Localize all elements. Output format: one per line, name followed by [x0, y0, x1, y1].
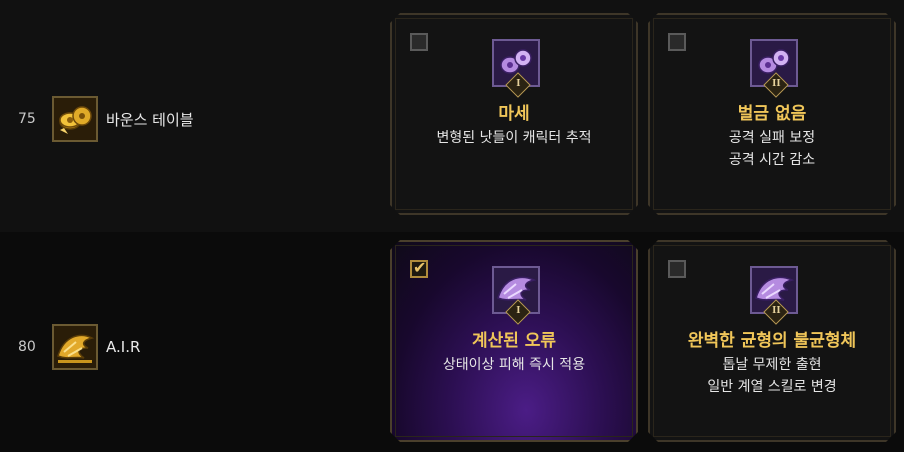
checkmark-icon: ✔: [413, 258, 427, 277]
option-checkbox[interactable]: [410, 33, 428, 51]
option-desc-line: 톱날 무제한 출현: [722, 357, 822, 373]
option-description: 변형된 낫들이 캐릭터 추적: [392, 127, 636, 149]
option-desc-line: 상태이상 피해 즉시 적용: [442, 357, 586, 373]
option-desc-line: 일반 계열 스킬로 변경: [707, 379, 837, 395]
rune-option-card-80-2[interactable]: II 완벽한 균형의 불균형체 톱날 무제한 출현 일반 계열 스킬로 변경: [648, 240, 896, 442]
skill-rune-panel: 75 바운스 테이블 80 A.I.R I 마세 변형된 낫들이 캐릭터 추적 …: [0, 0, 904, 452]
beast-claw-icon: [52, 324, 98, 370]
skill-name: 바운스 테이블: [106, 110, 194, 129]
option-title: 완벽한 균형의 불균형체: [687, 331, 857, 351]
skill-entry-bounce-table: 75 바운스 테이블: [18, 96, 194, 142]
claw-rune-icon: I: [492, 266, 540, 314]
option-title: 벌금 없음: [737, 104, 807, 124]
coin-stack-icon: [52, 96, 98, 142]
option-checkbox[interactable]: ✔: [410, 260, 428, 278]
option-desc-line: 공격 실패 보정: [728, 130, 816, 146]
option-checkbox[interactable]: [668, 33, 686, 51]
option-description: 톱날 무제한 출현 일반 계열 스킬로 변경: [650, 354, 894, 398]
rune-option-card-75-2[interactable]: II 벌금 없음 공격 실패 보정 공격 시간 감소: [648, 13, 896, 215]
option-title: 계산된 오류: [471, 331, 557, 351]
coin-rune-icon: I: [492, 39, 540, 87]
coin-rune-icon: II: [750, 39, 798, 87]
rune-option-card-80-1[interactable]: ✔ I 계산된 오류 상태이상 피해 즉시 적용: [390, 240, 638, 442]
skill-level: 75: [18, 111, 36, 127]
rune-option-card-75-1[interactable]: I 마세 변형된 낫들이 캐릭터 추적: [390, 13, 638, 215]
option-desc-line: 변형된 낫들이 캐릭터 추적: [436, 130, 592, 146]
claw-rune-icon: II: [750, 266, 798, 314]
option-description: 공격 실패 보정 공격 시간 감소: [650, 127, 894, 171]
option-description: 상태이상 피해 즉시 적용: [392, 354, 636, 376]
option-title: 마세: [498, 104, 530, 124]
skill-entry-air: 80 A.I.R: [18, 324, 140, 370]
skill-level: 80: [18, 339, 36, 355]
option-desc-line: 공격 시간 감소: [728, 152, 816, 168]
skill-name: A.I.R: [106, 338, 141, 356]
option-checkbox[interactable]: [668, 260, 686, 278]
